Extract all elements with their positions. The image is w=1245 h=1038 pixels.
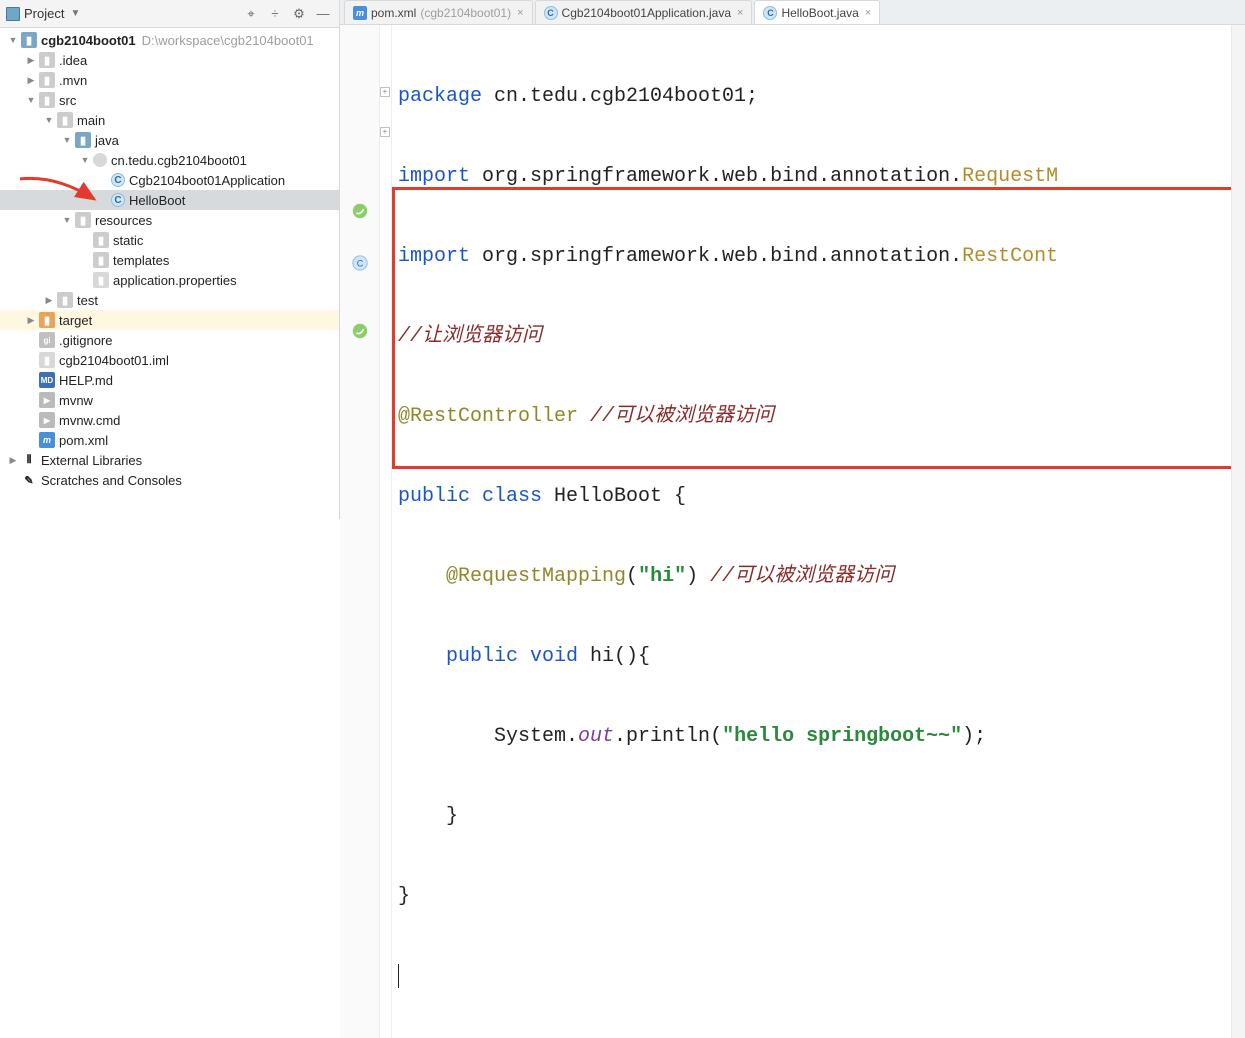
fold-icon[interactable]: +: [380, 87, 390, 97]
scratches-icon: ✎: [21, 472, 37, 488]
package-icon: [93, 153, 107, 167]
tree-item-scratches[interactable]: ▶ ✎ Scratches and Consoles: [0, 470, 339, 490]
maven-file-icon: m: [39, 432, 55, 448]
tree-item-help[interactable]: ▶ MD HELP.md: [0, 370, 339, 390]
chevron-down-icon[interactable]: ▼: [60, 133, 74, 147]
editor-area: m pom.xml (cgb2104boot01) × C Cgb2104boo…: [340, 0, 1245, 519]
fold-icon[interactable]: +: [380, 127, 390, 137]
class-icon: C: [111, 193, 125, 207]
text-caret: [398, 964, 399, 988]
properties-file-icon: ▮: [93, 272, 109, 288]
tree-item-appprops[interactable]: ▶ ▮ application.properties: [0, 270, 339, 290]
gutter-bean-icon[interactable]: C: [350, 253, 370, 273]
tree-item-iml[interactable]: ▶ ▮ cgb2104boot01.iml: [0, 350, 339, 370]
source-folder-icon: ▮: [75, 132, 91, 148]
project-dropdown-icon[interactable]: ▼: [68, 8, 80, 19]
tab-label: HelloBoot.java: [781, 6, 858, 20]
class-icon: C: [544, 6, 558, 20]
tree-item-external-libs[interactable]: ▶ ⫴ External Libraries: [0, 450, 339, 470]
project-toolbar: Project ▼ ⌖ ÷ ⚙ —: [0, 0, 339, 28]
tab-application[interactable]: C Cgb2104boot01Application.java ×: [535, 0, 753, 24]
project-tree[interactable]: ▼ ▮ cgb2104boot01 D:\workspace\cgb2104bo…: [0, 28, 339, 519]
chevron-right-icon[interactable]: ▶: [24, 313, 38, 327]
tab-label: Cgb2104boot01Application.java: [562, 6, 731, 20]
close-icon[interactable]: ×: [735, 7, 743, 19]
tree-item-src[interactable]: ▼ ▮ src: [0, 90, 339, 110]
tree-item-target[interactable]: ▶ ▮ target: [0, 310, 339, 330]
project-sidebar: Project ▼ ⌖ ÷ ⚙ — ▼ ▮ cgb2104boot01 D:\w…: [0, 0, 340, 519]
hide-panel-icon[interactable]: —: [313, 4, 333, 24]
tree-item-static[interactable]: ▶ ▮ static: [0, 230, 339, 250]
chevron-down-icon[interactable]: ▼: [24, 93, 38, 107]
tree-item-mvn[interactable]: ▶ ▮ .mvn: [0, 70, 339, 90]
tree-item-pom[interactable]: ▶ m pom.xml: [0, 430, 339, 450]
tab-pom[interactable]: m pom.xml (cgb2104boot01) ×: [344, 0, 533, 24]
code-editor[interactable]: package cn.tedu.cgb2104boot01; import or…: [392, 25, 1231, 1038]
maven-file-icon: m: [353, 6, 367, 20]
project-icon: [6, 7, 20, 21]
gutter-spring-icon[interactable]: [350, 321, 370, 341]
tab-sub: (cgb2104boot01): [420, 6, 511, 20]
editor-tabbar: m pom.xml (cgb2104boot01) × C Cgb2104boo…: [340, 0, 1245, 25]
tree-item-resources[interactable]: ▼ ▮ resources: [0, 210, 339, 230]
tab-label: pom.xml: [371, 6, 416, 20]
folder-icon: ▮: [39, 72, 55, 88]
tree-root[interactable]: ▼ ▮ cgb2104boot01 D:\workspace\cgb2104bo…: [0, 30, 339, 50]
chevron-down-icon[interactable]: ▼: [60, 213, 74, 227]
gutter-spring-icon[interactable]: [350, 201, 370, 221]
chevron-right-icon[interactable]: ▶: [24, 73, 38, 87]
tree-item-gitignore[interactable]: ▶ gi .gitignore: [0, 330, 339, 350]
tab-helloboot[interactable]: C HelloBoot.java ×: [754, 0, 880, 24]
svg-text:C: C: [357, 259, 364, 269]
tree-item-java[interactable]: ▼ ▮ java: [0, 130, 339, 150]
tree-item-test[interactable]: ▶ ▮ test: [0, 290, 339, 310]
tree-item-mvnw[interactable]: ▶ ▶ mvnw: [0, 390, 339, 410]
chevron-right-icon[interactable]: ▶: [6, 453, 20, 467]
project-title: Project: [24, 6, 64, 21]
shell-file-icon: ▶: [39, 392, 55, 408]
folder-icon: ▮: [57, 112, 73, 128]
tree-item-helloboot[interactable]: ▶ C HelloBoot: [0, 190, 339, 210]
shell-file-icon: ▶: [39, 412, 55, 428]
tree-item-main[interactable]: ▼ ▮ main: [0, 110, 339, 130]
module-icon: ▮: [21, 32, 37, 48]
iml-file-icon: ▮: [39, 352, 55, 368]
close-icon[interactable]: ×: [863, 7, 871, 19]
tree-label: cgb2104boot01: [41, 33, 136, 48]
class-icon: C: [763, 6, 777, 20]
folder-icon: ▮: [39, 52, 55, 68]
folder-icon: ▮: [93, 252, 109, 268]
tree-item-idea[interactable]: ▶ ▮ .idea: [0, 50, 339, 70]
editor-marker-strip[interactable]: [1231, 25, 1245, 1038]
chevron-right-icon[interactable]: ▶: [42, 293, 56, 307]
tree-item-mvnwcmd[interactable]: ▶ ▶ mvnw.cmd: [0, 410, 339, 430]
excluded-folder-icon: ▮: [39, 312, 55, 328]
markdown-file-icon: MD: [39, 372, 55, 388]
editor-body: C + + package cn.tedu.cgb2104boot01; imp…: [340, 25, 1245, 1038]
chevron-down-icon[interactable]: ▼: [42, 113, 56, 127]
tree-item-package[interactable]: ▼ cn.tedu.cgb2104boot01: [0, 150, 339, 170]
gear-icon[interactable]: ⚙: [289, 4, 309, 24]
chevron-down-icon[interactable]: ▼: [78, 153, 92, 167]
folder-icon: ▮: [39, 92, 55, 108]
class-icon: C: [111, 173, 125, 187]
gutter-fold: + +: [380, 25, 392, 1038]
tree-item-templates[interactable]: ▶ ▮ templates: [0, 250, 339, 270]
divider-icon[interactable]: ÷: [265, 4, 285, 24]
resources-folder-icon: ▮: [75, 212, 91, 228]
tree-path: D:\workspace\cgb2104boot01: [136, 33, 314, 48]
close-icon[interactable]: ×: [515, 7, 523, 19]
tree-item-app-class[interactable]: ▶ C Cgb2104boot01Application: [0, 170, 339, 190]
select-target-icon[interactable]: ⌖: [241, 4, 261, 24]
chevron-down-icon[interactable]: ▼: [6, 33, 20, 47]
gutter-icons: C: [340, 25, 380, 1038]
chevron-right-icon[interactable]: ▶: [24, 53, 38, 67]
gitignore-file-icon: gi: [39, 332, 55, 348]
folder-icon: ▮: [57, 292, 73, 308]
folder-icon: ▮: [93, 232, 109, 248]
library-icon: ⫴: [21, 452, 37, 468]
